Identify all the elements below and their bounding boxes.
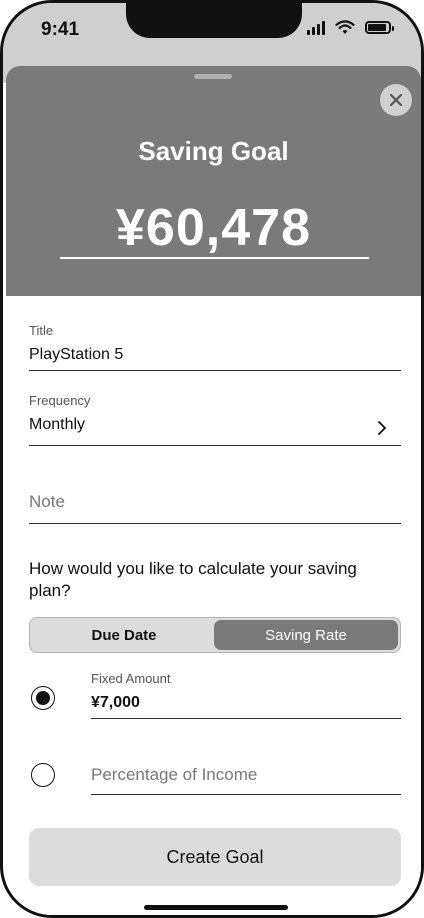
- segment-due-date[interactable]: Due Date: [32, 620, 216, 650]
- fixed-amount-label: Fixed Amount: [91, 671, 171, 686]
- percentage-income-field[interactable]: Percentage of Income: [91, 765, 401, 795]
- wifi-icon: [335, 20, 355, 34]
- percentage-income-underline: [91, 793, 401, 795]
- notch: [126, 3, 302, 38]
- frequency-underline: [29, 444, 401, 446]
- note-field[interactable]: Note: [29, 492, 401, 524]
- close-icon: [389, 93, 403, 107]
- title-value[interactable]: PlayStation 5: [29, 346, 401, 364]
- frequency-field[interactable]: Frequency Monthly: [29, 393, 401, 446]
- fixed-amount-field[interactable]: Fixed Amount ¥7,000: [91, 671, 401, 719]
- percentage-income-radio[interactable]: [31, 763, 55, 787]
- calculation-question: How would you like to calculate your sav…: [29, 559, 357, 600]
- frequency-label: Frequency: [29, 393, 91, 408]
- status-time: 9:41: [41, 19, 80, 40]
- fixed-amount-underline: [91, 717, 401, 719]
- fixed-amount-radio[interactable]: [31, 686, 55, 710]
- note-underline: [29, 522, 401, 524]
- amount-underline: [60, 257, 369, 259]
- close-button[interactable]: [380, 84, 412, 116]
- saving-goal-sheet: Saving Goal ¥60,478 Title PlayStation 5 …: [6, 66, 421, 915]
- sheet-title: Saving Goal: [138, 136, 289, 166]
- radio-selected-dot: [36, 691, 50, 705]
- frequency-value: Monthly: [29, 416, 86, 433]
- create-goal-button[interactable]: Create Goal: [29, 828, 401, 886]
- battery-icon: [365, 21, 394, 34]
- status-bar: 9:41: [3, 3, 421, 59]
- home-indicator: [144, 905, 288, 910]
- title-field[interactable]: Title PlayStation 5: [29, 323, 401, 371]
- sheet-grabber[interactable]: [194, 74, 232, 79]
- note-placeholder: Note: [29, 492, 65, 511]
- title-underline: [29, 369, 401, 371]
- goal-amount-input[interactable]: ¥60,478: [6, 198, 421, 258]
- chevron-right-icon[interactable]: [377, 420, 387, 436]
- calculation-mode-segmented-control: Due Date Saving Rate: [29, 617, 401, 653]
- sheet-header: Saving Goal ¥60,478: [6, 66, 421, 296]
- fixed-amount-value[interactable]: ¥7,000: [91, 694, 401, 712]
- percentage-income-placeholder: Percentage of Income: [91, 765, 258, 784]
- title-label: Title: [29, 323, 54, 338]
- cellular-signal-icon: [307, 20, 325, 35]
- segment-saving-rate[interactable]: Saving Rate: [214, 620, 398, 650]
- status-icons: [307, 20, 394, 35]
- phone-frame: 9:41 Saving Goal ¥60,478 Title PlayStati…: [0, 0, 424, 918]
